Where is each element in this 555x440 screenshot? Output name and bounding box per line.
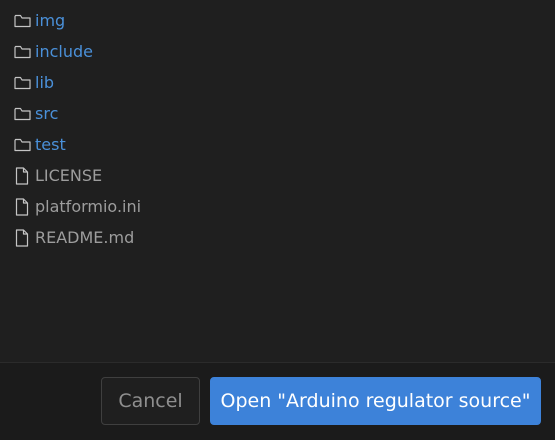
list-item-folder-img[interactable]: img bbox=[0, 5, 555, 36]
list-item-folder-lib[interactable]: lib bbox=[0, 67, 555, 98]
cancel-button[interactable]: Cancel bbox=[101, 377, 200, 425]
item-label: img bbox=[35, 10, 66, 30]
file-icon bbox=[13, 228, 31, 247]
list-item-file-platformio-ini[interactable]: platformio.ini bbox=[0, 191, 555, 222]
folder-icon bbox=[13, 136, 31, 154]
list-item-folder-include[interactable]: include bbox=[0, 36, 555, 67]
folder-icon bbox=[13, 105, 31, 123]
folder-icon bbox=[13, 43, 31, 61]
list-item-folder-src[interactable]: src bbox=[0, 98, 555, 129]
open-button[interactable]: Open "Arduino regulator source" bbox=[210, 377, 541, 425]
list-item-folder-test[interactable]: test bbox=[0, 129, 555, 160]
item-label: test bbox=[35, 134, 66, 154]
item-label: src bbox=[35, 103, 59, 123]
item-label: README.md bbox=[35, 227, 135, 247]
file-picker-dialog: img include lib src test LICENSE platfor… bbox=[0, 0, 555, 440]
list-item-file-license[interactable]: LICENSE bbox=[0, 160, 555, 191]
file-icon bbox=[13, 166, 31, 185]
folder-icon bbox=[13, 12, 31, 30]
item-label: platformio.ini bbox=[35, 196, 142, 216]
item-label: lib bbox=[35, 72, 55, 92]
file-list: img include lib src test LICENSE platfor… bbox=[0, 5, 555, 253]
dialog-footer: Cancel Open "Arduino regulator source" bbox=[0, 362, 555, 440]
file-icon bbox=[13, 197, 31, 216]
list-item-file-readme[interactable]: README.md bbox=[0, 222, 555, 253]
item-label: LICENSE bbox=[35, 165, 103, 185]
item-label: include bbox=[35, 41, 93, 61]
folder-icon bbox=[13, 74, 31, 92]
